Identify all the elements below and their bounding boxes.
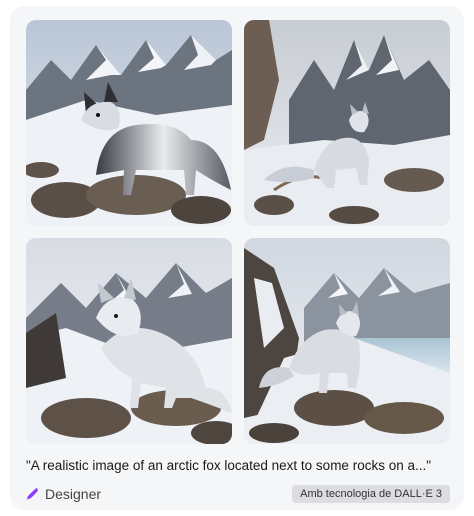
powered-by-badge: Amb tecnologia de DALL·E 3 — [292, 485, 450, 503]
fox-image-1[interactable] — [26, 20, 232, 226]
fox-image-2-graphic — [244, 20, 450, 226]
designer-logo-icon — [26, 488, 38, 501]
fox-image-1-graphic — [26, 20, 232, 226]
fox-image-4-graphic — [244, 238, 450, 444]
fox-image-4[interactable] — [244, 238, 450, 444]
fox-image-3[interactable] — [26, 238, 232, 444]
fox-image-2[interactable] — [244, 20, 450, 226]
fox-image-3-graphic — [26, 238, 232, 444]
image-grid — [26, 20, 450, 444]
result-footer: Designer Amb tecnologia de DALL·E 3 — [26, 483, 450, 505]
image-result-card: "A realistic image of an arctic fox loca… — [10, 6, 464, 510]
designer-link[interactable]: Designer — [26, 485, 101, 503]
prompt-caption: "A realistic image of an arctic fox loca… — [26, 458, 432, 473]
designer-label: Designer — [45, 486, 102, 502]
